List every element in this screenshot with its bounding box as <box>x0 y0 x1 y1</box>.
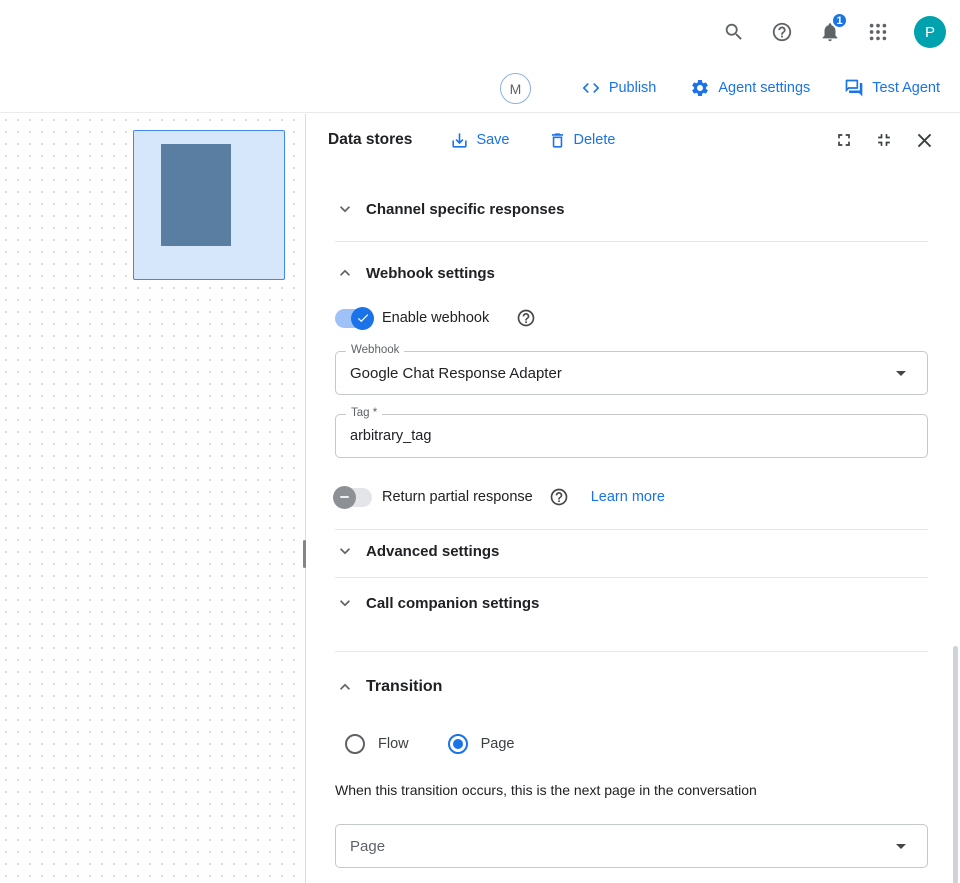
agent-settings-button[interactable]: Agent settings <box>690 78 810 98</box>
fullscreen-exit-button[interactable] <box>870 126 898 154</box>
webhook-select-value: Google Chat Response Adapter <box>350 365 562 382</box>
section-label: Call companion settings <box>366 595 539 612</box>
fullscreen-icon <box>834 130 854 150</box>
panel-header-actions <box>830 126 938 154</box>
chevron-down-icon <box>335 593 355 613</box>
publish-button[interactable]: Publish <box>581 78 657 98</box>
help-icon <box>771 21 793 43</box>
partial-response-row: Return partial response Learn more <box>335 479 928 515</box>
panel-header: Data stores Save Delete <box>306 114 960 166</box>
section-label: Channel specific responses <box>366 201 564 218</box>
dropdown-caret-icon <box>889 834 913 858</box>
tag-field-label: Tag * <box>346 407 382 419</box>
agent-toolbar: M Publish Agent settings Test Agent <box>0 64 960 113</box>
toggle-thumb <box>333 486 356 509</box>
save-label: Save <box>476 132 509 148</box>
chevron-down-icon <box>335 199 355 219</box>
divider <box>335 241 928 242</box>
enable-webhook-label: Enable webhook <box>382 310 489 326</box>
chevron-up-icon <box>335 263 355 283</box>
panel-scrollbar[interactable] <box>953 646 958 883</box>
enable-webhook-toggle[interactable] <box>335 309 372 328</box>
fullscreen-exit-icon <box>874 130 894 150</box>
partial-response-help-button[interactable] <box>549 487 569 507</box>
partial-response-label: Return partial response <box>382 489 533 505</box>
enable-webhook-help-button[interactable] <box>516 308 536 328</box>
section-label: Advanced settings <box>366 543 499 560</box>
flow-node-preview <box>161 144 231 246</box>
search-icon <box>723 21 745 43</box>
apps-grid-button[interactable] <box>858 12 898 52</box>
panel-resize-handle[interactable] <box>303 540 306 568</box>
chevron-up-icon <box>335 677 355 697</box>
help-icon <box>516 308 536 328</box>
help-icon <box>549 487 569 507</box>
partial-response-toggle[interactable] <box>335 488 372 507</box>
dash-icon <box>340 496 349 498</box>
panel-title: Data stores <box>328 131 412 149</box>
notifications-button[interactable]: 1 <box>810 12 850 52</box>
check-icon <box>356 311 370 325</box>
section-call-companion-settings[interactable]: Call companion settings <box>335 583 928 623</box>
help-button[interactable] <box>762 12 802 52</box>
close-panel-button[interactable] <box>910 126 938 154</box>
chevron-down-icon <box>335 541 355 561</box>
flow-canvas[interactable] <box>0 114 306 883</box>
apps-grid-icon <box>867 21 889 43</box>
flow-node[interactable] <box>133 130 285 280</box>
gear-icon <box>690 78 710 98</box>
test-agent-label: Test Agent <box>872 80 940 96</box>
divider <box>335 529 928 530</box>
test-agent-button[interactable]: Test Agent <box>844 78 940 98</box>
toggle-thumb <box>351 307 374 330</box>
notification-badge: 1 <box>831 12 848 29</box>
publish-label: Publish <box>609 80 657 96</box>
section-channel-specific-responses[interactable]: Channel specific responses <box>335 189 928 229</box>
topbar: 1 P <box>0 0 960 64</box>
learn-more-link[interactable]: Learn more <box>591 489 665 505</box>
fullscreen-button[interactable] <box>830 126 858 154</box>
close-icon <box>913 129 936 152</box>
delete-label: Delete <box>574 132 616 148</box>
delete-button[interactable]: Delete <box>548 131 616 150</box>
radio-page-label: Page <box>481 736 515 752</box>
agent-settings-label: Agent settings <box>718 80 810 96</box>
webhook-select[interactable]: Webhook Google Chat Response Adapter <box>335 351 928 395</box>
transition-target-radio-group: Flow Page <box>335 726 928 762</box>
code-icon <box>581 78 601 98</box>
version-avatar[interactable]: M <box>500 73 531 104</box>
dropdown-caret-icon <box>889 361 913 385</box>
trash-icon <box>548 131 567 150</box>
divider <box>335 651 928 652</box>
panel-body: Channel specific responses Webhook setti… <box>306 189 960 868</box>
divider <box>335 577 928 578</box>
page-select[interactable]: Page <box>335 824 928 868</box>
chat-icon <box>844 78 864 98</box>
save-button[interactable]: Save <box>450 131 509 150</box>
section-label: Transition <box>366 678 442 696</box>
main-area: Data stores Save Delete <box>0 114 960 883</box>
radio-flow-label: Flow <box>378 736 409 752</box>
section-label: Webhook settings <box>366 265 495 282</box>
radio-flow[interactable] <box>345 734 365 754</box>
section-transition[interactable]: Transition <box>335 667 928 707</box>
tag-input[interactable] <box>350 428 913 444</box>
webhook-select-label: Webhook <box>346 344 404 356</box>
enable-webhook-row: Enable webhook <box>335 300 928 336</box>
transition-description: When this transition occurs, this is the… <box>335 780 928 800</box>
page-select-placeholder: Page <box>350 838 385 855</box>
section-advanced-settings[interactable]: Advanced settings <box>335 531 928 571</box>
profile-avatar[interactable]: P <box>914 16 946 48</box>
radio-page[interactable] <box>448 734 468 754</box>
tag-field[interactable]: Tag * <box>335 414 928 458</box>
settings-panel: Data stores Save Delete <box>306 114 960 883</box>
save-icon <box>450 131 469 150</box>
search-button[interactable] <box>714 12 754 52</box>
section-webhook-settings[interactable]: Webhook settings <box>335 253 928 293</box>
